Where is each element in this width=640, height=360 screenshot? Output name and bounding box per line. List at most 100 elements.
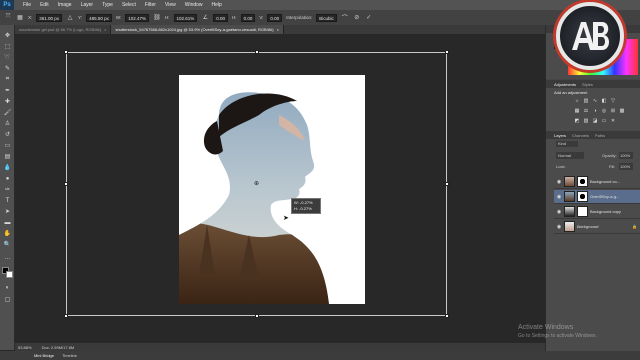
visibility-eye-icon[interactable]: ◉	[556, 209, 562, 215]
tab-channels[interactable]: Channels	[572, 133, 589, 138]
interpolation-select[interactable]: Bicubic	[316, 13, 337, 22]
eraser-tool-icon[interactable]: ▭	[3, 141, 12, 150]
transform-handle-bottom-right[interactable]	[445, 314, 449, 318]
zoom-level[interactable]: 53.88%	[18, 345, 32, 350]
layer-name[interactable]: Background copy	[590, 209, 621, 214]
menu-window[interactable]: Window	[185, 2, 203, 8]
gradient-map-icon[interactable]: ▭	[601, 118, 607, 124]
brightness-icon[interactable]: ☼	[574, 98, 580, 104]
menu-filter[interactable]: Filter	[145, 2, 156, 8]
tab-mini-bridge[interactable]: Mini Bridge	[34, 353, 54, 358]
h-skew-field[interactable]: 0.00	[240, 13, 256, 22]
hand-tool-icon[interactable]: ✋	[3, 229, 12, 238]
color-lookup-icon[interactable]: ▩	[619, 108, 625, 114]
eyedropper-tool-icon[interactable]: ✒	[3, 86, 12, 95]
layer-row[interactable]: ◉ Background 🔒	[554, 220, 640, 234]
background-color-swatch[interactable]	[6, 271, 13, 278]
transform-handle-top-right[interactable]	[445, 50, 449, 54]
screen-mode-icon[interactable]: ▢	[3, 295, 12, 304]
layer-name[interactable]: Background co...	[590, 179, 620, 184]
dodge-tool-icon[interactable]: ●	[3, 174, 12, 183]
layer-mask-thumbnail[interactable]	[577, 206, 588, 217]
menu-view[interactable]: View	[165, 2, 176, 8]
height-field[interactable]: 102.61%	[173, 13, 198, 22]
tab-adjustments[interactable]: Adjustments	[554, 82, 576, 87]
menu-image[interactable]: Image	[58, 2, 72, 8]
tab-styles[interactable]: Styles	[582, 82, 593, 87]
close-tab-icon[interactable]: ×	[104, 25, 106, 34]
history-brush-tool-icon[interactable]: ↺	[3, 130, 12, 139]
transform-handle-bottom-left[interactable]	[64, 314, 68, 318]
type-tool-icon[interactable]: T	[3, 196, 12, 205]
width-field[interactable]: 102.47%	[125, 13, 150, 22]
clone-stamp-tool-icon[interactable]: ♙	[3, 119, 12, 128]
black-white-icon[interactable]: ◑	[592, 108, 598, 114]
blend-mode-select[interactable]: Normal	[556, 152, 584, 159]
selective-color-icon[interactable]: ✕	[610, 118, 616, 124]
commit-transform-icon[interactable]: ✓	[365, 14, 373, 22]
transform-handle-bottom[interactable]	[255, 314, 259, 318]
curves-icon[interactable]: ∿	[592, 98, 598, 104]
tab-paths[interactable]: Paths	[595, 133, 605, 138]
opacity-field[interactable]: 100%	[619, 152, 633, 159]
layer-mask-thumbnail[interactable]	[577, 191, 588, 202]
transform-handle-left[interactable]	[64, 182, 68, 186]
transform-handle-right[interactable]	[445, 182, 449, 186]
transform-handle-top-left[interactable]	[64, 50, 68, 54]
visibility-eye-icon[interactable]: ◉	[556, 224, 562, 230]
free-transform-bounding-box[interactable]: ⊕	[64, 50, 449, 318]
posterize-icon[interactable]: ▨	[583, 118, 589, 124]
warp-icon[interactable]: ⌒	[341, 14, 349, 22]
healing-tool-icon[interactable]: ✚	[3, 97, 12, 106]
tab-timeline[interactable]: Timeline	[62, 353, 77, 358]
reference-point-icon[interactable]: ⊕	[254, 181, 260, 187]
quick-select-tool-icon[interactable]: ✎	[3, 64, 12, 73]
shape-tool-icon[interactable]: ▬	[3, 218, 12, 227]
v-skew-field[interactable]: 0.00	[267, 13, 283, 22]
invert-icon[interactable]: ◩	[574, 118, 580, 124]
visibility-eye-icon[interactable]: ◉	[556, 179, 562, 185]
move-tool-icon[interactable]: ✥	[3, 31, 12, 40]
color-balance-icon[interactable]: ⚖	[583, 108, 589, 114]
path-select-tool-icon[interactable]: ➤	[3, 207, 12, 216]
vibrance-icon[interactable]: ▽	[610, 98, 616, 104]
layer-name[interactable]: Background	[577, 224, 598, 229]
zoom-tool-icon[interactable]: 🔍	[3, 240, 12, 249]
x-field[interactable]: 361.00 px	[36, 13, 63, 22]
channel-mixer-icon[interactable]: ⊞	[610, 108, 616, 114]
pen-tool-icon[interactable]: ✑	[3, 185, 12, 194]
menu-type[interactable]: Type	[102, 2, 113, 8]
angle-field[interactable]: 0.00	[213, 13, 229, 22]
link-icon[interactable]: ⛓	[153, 14, 161, 22]
more-tools-icon[interactable]: …	[3, 253, 12, 262]
reference-point-icon[interactable]: ▦	[16, 14, 24, 22]
close-tab-icon[interactable]: ×	[277, 25, 279, 34]
menu-layer[interactable]: Layer	[81, 2, 94, 8]
hue-saturation-icon[interactable]: ▦	[574, 108, 580, 114]
layer-row[interactable]: ◉ Overt5Soy-a-g...	[554, 190, 640, 204]
visibility-eye-icon[interactable]: ◉	[556, 194, 562, 200]
lasso-tool-icon[interactable]: ➰	[3, 53, 12, 62]
threshold-icon[interactable]: ◪	[592, 118, 598, 124]
cancel-transform-icon[interactable]: ⊘	[353, 14, 361, 22]
blur-tool-icon[interactable]: 💧	[3, 163, 12, 172]
photo-filter-icon[interactable]: ◎	[601, 108, 607, 114]
menu-edit[interactable]: Edit	[40, 2, 49, 8]
brush-tool-icon[interactable]: 🖌	[3, 108, 12, 117]
tab-shutterstock[interactable]: shutterstock_54767568-862x1024.jpg @ 53.…	[111, 25, 284, 34]
marquee-tool-icon[interactable]: ⬚	[3, 42, 12, 51]
layer-row[interactable]: ◉ Background co...	[554, 175, 640, 189]
quick-mask-icon[interactable]: ◐	[3, 283, 12, 292]
layer-filter-kind[interactable]: Kind	[556, 141, 578, 147]
delta-icon[interactable]: △	[66, 14, 74, 22]
exposure-icon[interactable]: ◧	[601, 98, 607, 104]
y-field[interactable]: 485.50 px	[86, 13, 112, 22]
transform-handle-top[interactable]	[255, 50, 259, 54]
gradient-tool-icon[interactable]: ▤	[3, 152, 12, 161]
levels-icon[interactable]: ▥	[583, 98, 589, 104]
tab-layers[interactable]: Layers	[554, 133, 566, 138]
menu-file[interactable]: File	[23, 2, 31, 8]
tab-woodsmoke[interactable]: woodsmoke gel.psd @ 66.7% (Logo, RGB/8#)…	[15, 25, 112, 34]
fill-field[interactable]: 100%	[619, 163, 633, 170]
menu-select[interactable]: Select	[122, 2, 136, 8]
